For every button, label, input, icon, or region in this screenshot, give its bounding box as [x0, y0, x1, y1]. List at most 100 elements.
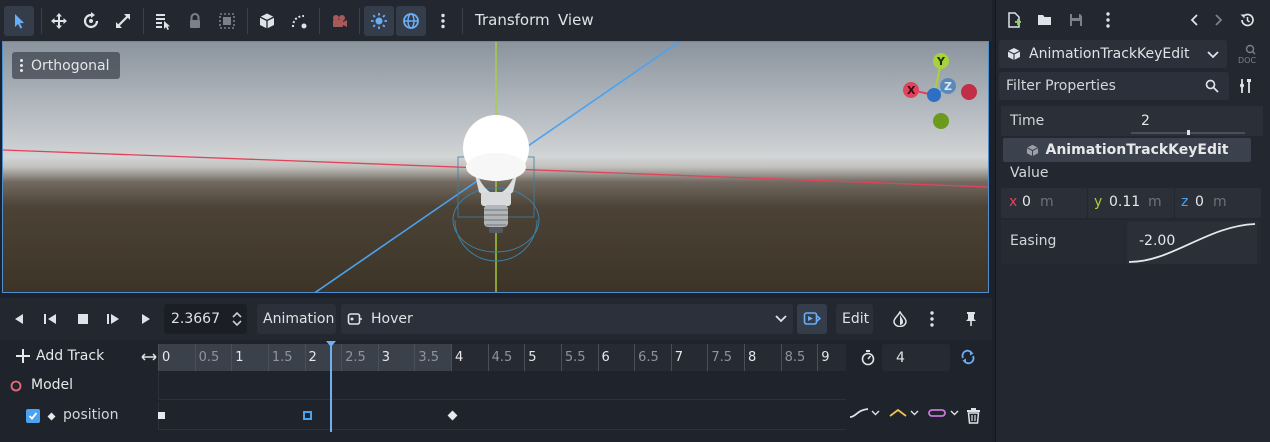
ruler-tick-line — [451, 344, 452, 371]
play-backwards-from-end-button[interactable] — [37, 305, 65, 333]
object-class-selector[interactable]: AnimationTrackKeyEdit — [999, 40, 1227, 68]
vector-y-field[interactable]: y 0.11 m — [1088, 188, 1174, 218]
animation-selector[interactable]: Hover — [341, 304, 793, 334]
onion-options-button[interactable] — [918, 305, 946, 333]
section-title: AnimationTrackKeyEdit — [1045, 142, 1229, 158]
loop-icon[interactable] — [960, 349, 976, 365]
keyframe[interactable] — [447, 410, 458, 421]
history-icon — [1240, 13, 1254, 27]
history-back-button[interactable] — [1183, 8, 1207, 32]
ruler-tick-line — [304, 344, 306, 371]
vector-z-unit: m — [1213, 194, 1227, 210]
cube-icon — [259, 13, 275, 29]
animation-menu-button[interactable]: Animation — [257, 304, 336, 334]
snap-button[interactable] — [284, 6, 314, 36]
animation-time-field[interactable]: 2.3667 — [164, 304, 247, 334]
pin-panel-button[interactable] — [957, 305, 985, 333]
track-position[interactable]: position — [0, 402, 985, 430]
ruler-tick-label: 7 — [674, 350, 684, 365]
group-button[interactable] — [212, 6, 242, 36]
vector-x-value: 0 — [1022, 194, 1031, 210]
list-select-button[interactable] — [148, 6, 178, 36]
select-tool-button[interactable] — [4, 6, 34, 36]
easing-value: -2.00 — [1139, 233, 1176, 249]
chevron-right-icon — [1215, 14, 1223, 26]
current-animation-name: Hover — [371, 311, 413, 327]
easing-curve-editor[interactable]: -2.00 — [1127, 222, 1257, 264]
keyframe[interactable] — [302, 411, 312, 420]
animation-menu-label: Animation — [263, 311, 335, 327]
ruler-tick-label: 2 — [308, 350, 317, 365]
spin-arrows-icon[interactable] — [232, 311, 242, 327]
ruler-tick-line — [267, 344, 269, 371]
ruler-tick-label: 8 — [748, 350, 757, 365]
easing-property-row: Easing -2.00 — [1001, 220, 1261, 264]
update-mode-button[interactable] — [888, 406, 919, 420]
chevron-down-icon — [775, 315, 787, 323]
loop-wrap-mode-button[interactable] — [928, 406, 959, 420]
chevron-down-icon — [1207, 51, 1219, 59]
trash-icon[interactable] — [966, 408, 981, 424]
playhead[interactable] — [330, 344, 332, 432]
local-space-button[interactable] — [252, 6, 282, 36]
section-header[interactable]: AnimationTrackKeyEdit — [1003, 138, 1251, 162]
timeline-ruler[interactable]: 0 0.5 1 1.5 2 2.5 3 3.5 4 4.5 5 5.5 6 6.5 7 7.5 8 8.5 9 — [158, 344, 846, 371]
history-forward-button[interactable] — [1206, 8, 1230, 32]
vector-value-field: x 0 m y 0.11 m z 0 m — [1001, 188, 1261, 218]
play-backwards-icon — [15, 314, 23, 324]
ruler-tick-label: 4 — [455, 350, 464, 365]
horizontal-resize-icon[interactable] — [141, 352, 157, 362]
animation-time-value: 2.3667 — [171, 311, 220, 327]
environment-options-button[interactable] — [428, 6, 458, 36]
stop-button[interactable] — [69, 305, 97, 333]
easing-label: Easing — [1010, 233, 1057, 249]
property-tools-button[interactable] — [1234, 74, 1258, 98]
add-track-button[interactable]: Add Track — [15, 348, 104, 364]
edit-menu-button[interactable]: Edit — [836, 304, 873, 334]
play-button[interactable] — [132, 305, 160, 333]
lock-button[interactable] — [180, 6, 210, 36]
save-resource-button[interactable] — [1064, 8, 1088, 32]
interpolation-mode-button[interactable] — [849, 406, 880, 420]
ruler-tick-line — [817, 344, 819, 371]
autoplay-button[interactable] — [797, 304, 827, 334]
scale-tool-button[interactable] — [108, 6, 138, 36]
move-tool-button[interactable] — [44, 6, 74, 36]
track-group-model[interactable]: Model — [0, 372, 985, 400]
animation-length-value: 4 — [896, 349, 905, 366]
doc-button[interactable]: DOC — [1236, 44, 1264, 68]
object-class-name: AnimationTrackKeyEdit — [1029, 46, 1190, 62]
open-resource-button[interactable] — [1033, 8, 1057, 32]
chevron-down-icon — [950, 410, 959, 416]
new-resource-button[interactable] — [1002, 8, 1026, 32]
play-icon — [142, 314, 150, 324]
3d-viewport[interactable]: Y X Z Orthogonal — [2, 41, 989, 293]
rotate-tool-button[interactable] — [76, 6, 106, 36]
play-from-start-button[interactable] — [100, 305, 128, 333]
resource-options-button[interactable] — [1096, 8, 1120, 32]
animation-length-field[interactable]: 4 — [882, 344, 950, 371]
track-enabled-checkbox[interactable] — [26, 409, 40, 423]
play-backwards-button[interactable] — [5, 305, 33, 333]
view-mode-button[interactable]: Orthogonal — [12, 52, 120, 79]
preview-sun-button[interactable] — [364, 6, 394, 36]
history-button[interactable] — [1235, 8, 1259, 32]
ruler-tick-label: 4.5 — [491, 350, 513, 365]
vector-z-field[interactable]: z 0 m — [1175, 188, 1261, 218]
preview-environment-button[interactable] — [396, 6, 426, 36]
doc-search-icon — [1245, 44, 1256, 55]
onion-skinning-button[interactable] — [886, 305, 914, 333]
time-slider-field[interactable]: 2 — [1129, 110, 1247, 135]
play-from-end-icon — [44, 314, 56, 324]
transform-menu[interactable]: Transform — [475, 11, 550, 29]
vector-z-axis: z — [1181, 194, 1189, 210]
filter-properties-input[interactable]: Filter Properties — [999, 72, 1229, 100]
vector-y-unit: m — [1148, 194, 1162, 210]
gizmo-z-label: Z — [944, 80, 952, 93]
camera-preview-button[interactable] — [324, 6, 354, 36]
view-menu[interactable]: View — [558, 11, 594, 29]
keyframe[interactable] — [158, 412, 165, 419]
keyframe-lane[interactable] — [158, 402, 846, 430]
time-slider-grabber[interactable] — [1187, 130, 1190, 135]
vector-x-field[interactable]: x 0 m — [1001, 188, 1087, 218]
